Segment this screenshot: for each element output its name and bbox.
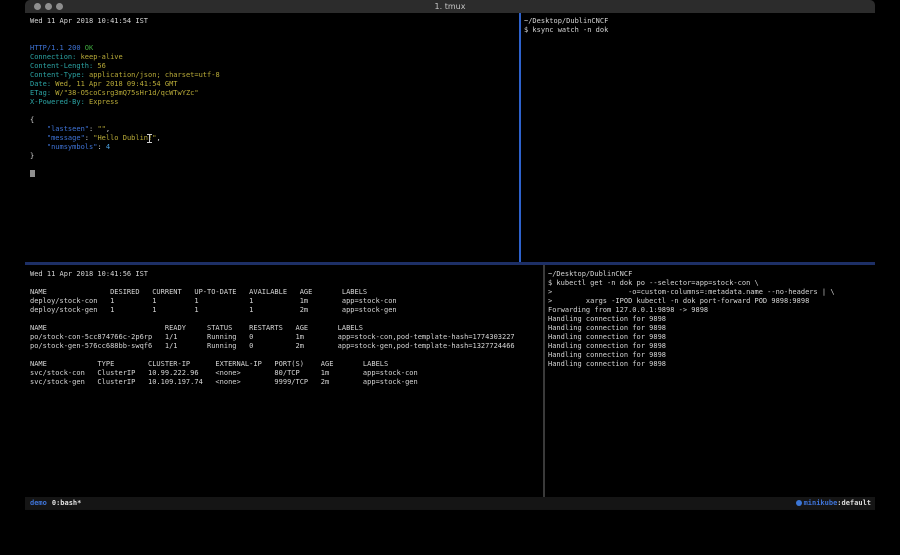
table-row: svc/stock-gen ClusterIP 10.109.197.74 <n… [30,378,543,387]
handling-connection-line: Handling connection for 9898 [548,324,875,333]
json-field-lastseen: "lastseen": "", [30,125,519,134]
kubectl-command-line: $ kubectl get -n dok po --selector=app=s… [548,279,875,288]
timestamp: Wed 11 Apr 2018 10:41:54 IST [30,17,519,26]
working-directory: ~/Desktop/DublinCNCF [548,270,875,279]
window-title: 1. tmux [25,0,875,13]
pane-port-forward[interactable]: ~/Desktop/DublinCNCF $ kubectl get -n do… [545,265,875,497]
mouse-cursor-ibeam [147,134,152,143]
http-header-content-length: Content-Length: 56 [30,62,519,71]
table-row: po/stock-con-5cc874766c-2p6rp 1/1 Runnin… [30,333,543,342]
kube-context: minikube:default [804,497,871,509]
kubectl-command-line: > xargs -IPOD kubectl -n dok port-forwar… [548,297,875,306]
window-titlebar[interactable]: 1. tmux [25,0,875,13]
window-bottom-edge [25,509,875,510]
status-left: demo 0:bash* [30,497,81,509]
terminal-window: 1. tmux Wed 11 Apr 2018 10:41:54 IST HTT… [25,0,875,510]
pane-kubectl-resources[interactable]: Wed 11 Apr 2018 10:41:56 IST NAME DESIRE… [25,265,543,497]
forwarding-status: Forwarding from 127.0.0.1:9898 -> 9898 [548,306,875,315]
table-row: svc/stock-con ClusterIP 10.99.222.96 <no… [30,369,543,378]
table-row: deploy/stock-gen 1 1 1 1 2m app=stock-ge… [30,306,543,315]
handling-connection-line: Handling connection for 9898 [548,333,875,342]
http-header-etag: ETag: W/"38-O5coCsrg3mQ75sHr1d/qcWTwYZc" [30,89,519,98]
kube-namespace: :default [837,499,871,507]
table-row: deploy/stock-con 1 1 1 1 1m app=stock-co… [30,297,543,306]
tmux-status-bar: demo 0:bash* minikube:default [25,497,875,509]
json-field-numsymbols: "numsymbols": 4 [30,143,519,152]
http-header-date: Date: Wed, 11 Apr 2018 09:41:54 GMT [30,80,519,89]
pane-ksync[interactable]: ~/Desktop/DublinCNCF $ ksync watch -n do… [521,13,875,262]
handling-connection-line: Handling connection for 9898 [548,315,875,324]
ksync-command: $ ksync watch -n dok [524,26,875,35]
http-header-x-powered-by: X-Powered-By: Express [30,98,519,107]
pods-table-header: NAME READY STATUS RESTARTS AGE LABELS [30,324,543,333]
pane-http-response[interactable]: Wed 11 Apr 2018 10:41:54 IST HTTP/1.1 20… [25,13,519,262]
handling-connection-line: Handling connection for 9898 [548,342,875,351]
table-row: po/stock-gen-576cc688bb-swqf6 1/1 Runnin… [30,342,543,351]
status-right: minikube:default [796,497,871,509]
handling-connection-line: Handling connection for 9898 [548,351,875,360]
handling-connection-line: Handling connection for 9898 [548,360,875,369]
json-close-brace: } [30,152,519,161]
kubectl-command-line: > -o=custom-columns=:metadata.name --no-… [548,288,875,297]
terminal-cursor [30,170,35,177]
screen: 1. tmux Wed 11 Apr 2018 10:41:54 IST HTT… [0,0,900,555]
working-directory: ~/Desktop/DublinCNCF [524,17,875,26]
json-open-brace: { [30,116,519,125]
http-header-content-type: Content-Type: application/json; charset=… [30,71,519,80]
tmux-window-tab[interactable]: 0:bash* [52,499,82,507]
kubernetes-icon [796,500,802,506]
deployments-table-header: NAME DESIRED CURRENT UP-TO-DATE AVAILABL… [30,288,543,297]
session-name: demo [30,499,47,507]
timestamp: Wed 11 Apr 2018 10:41:56 IST [30,270,543,279]
json-field-message: "message": "Hello Dublin!", [30,134,519,143]
http-status-line: HTTP/1.1 200 OK [30,44,519,53]
services-table-header: NAME TYPE CLUSTER-IP EXTERNAL-IP PORT(S)… [30,360,543,369]
http-header-connection: Connection: keep-alive [30,53,519,62]
